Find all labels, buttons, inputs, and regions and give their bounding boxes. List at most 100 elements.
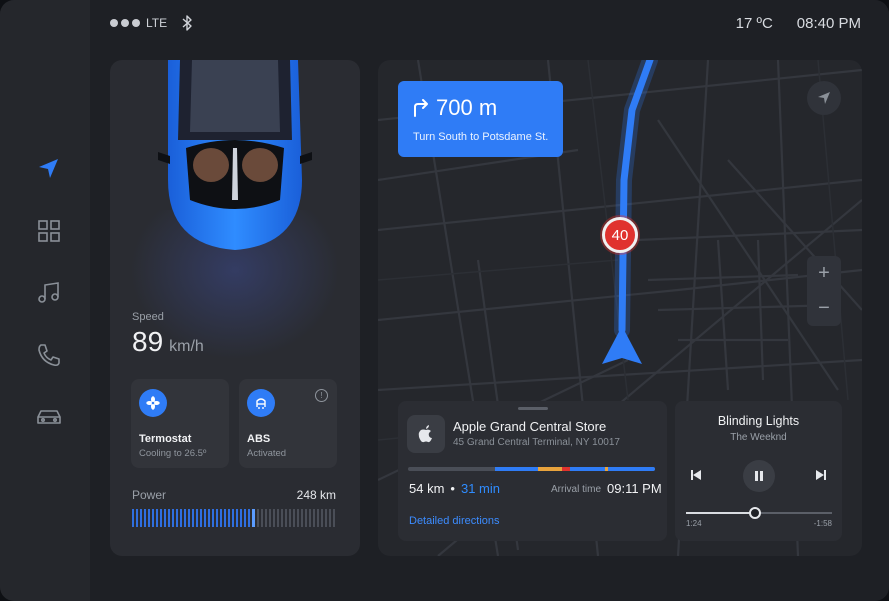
power-tick [164, 509, 166, 527]
speed-limit-sign: 40 [602, 217, 638, 253]
power-tick [257, 509, 259, 527]
power-tick [136, 509, 138, 527]
power-tick [273, 509, 275, 527]
power-tick [140, 509, 142, 527]
zoom-out-button[interactable]: − [807, 291, 841, 326]
power-tick [216, 509, 218, 527]
car-top-view-image [158, 60, 312, 250]
previous-track-icon[interactable] [690, 469, 702, 481]
power-tick [180, 509, 182, 527]
recenter-button[interactable] [807, 81, 841, 115]
song-artist: The Weeknd [730, 432, 787, 443]
power-tick [196, 509, 198, 527]
power-tick [252, 509, 255, 527]
vehicle-position-arrow-icon [602, 326, 642, 364]
phone-icon[interactable] [36, 342, 62, 368]
power-tick [297, 509, 299, 527]
drag-handle[interactable] [518, 407, 548, 410]
power-tick [156, 509, 158, 527]
power-tick [277, 509, 279, 527]
power-tick [248, 509, 250, 527]
trip-distance: 54 km [409, 481, 445, 496]
music-note-icon[interactable] [36, 280, 62, 306]
arrival-label: Arrival time [551, 484, 602, 495]
abs-tile[interactable]: ! ABS Activated [239, 379, 337, 468]
power-tick [200, 509, 202, 527]
detailed-directions-link[interactable]: Detailed directions [409, 515, 500, 527]
remaining-time: -1:58 [813, 519, 832, 528]
pause-icon [755, 471, 763, 481]
power-tick [240, 509, 242, 527]
power-tick [236, 509, 238, 527]
power-tick [293, 509, 295, 527]
turn-instruction: Turn South to Potsdame St. [413, 131, 549, 143]
thermostat-title: Termostat [139, 433, 192, 445]
speed-label: Speed [132, 311, 164, 323]
music-player: Blinding Lights The Weeknd 1:24 -1:58 [675, 401, 842, 541]
clock-label: 08:40 PM [796, 15, 861, 32]
pause-button[interactable] [743, 460, 775, 492]
power-tick [265, 509, 267, 527]
navigation-arrow-icon[interactable] [36, 156, 62, 182]
destination-card[interactable]: Apple Grand Central Store 45 Grand Centr… [398, 401, 667, 541]
temperature-label: 17 ºC [735, 15, 773, 32]
map-panel[interactable]: 700 m Turn South to Potsdame St. + − 40 … [378, 60, 862, 556]
power-tick [208, 509, 210, 527]
turn-distance: 700 m [436, 95, 498, 120]
network-label: LTE [146, 16, 168, 30]
power-tick [176, 509, 178, 527]
power-tick [212, 509, 214, 527]
thermostat-status: Cooling to 26.5º [139, 448, 207, 459]
signal-dots-icon [110, 19, 140, 27]
dashboard-frame: LTE 17 ºC 08:40 PM Speed 89 km/h Termost… [0, 0, 889, 601]
power-tick [317, 509, 319, 527]
elapsed-time: 1:24 [686, 519, 702, 528]
turn-right-icon [414, 99, 428, 117]
power-range: 248 km [296, 488, 336, 502]
info-icon[interactable]: ! [315, 389, 328, 402]
power-tick [192, 509, 194, 527]
zoom-in-button[interactable]: + [807, 256, 841, 291]
grid-icon[interactable] [36, 218, 62, 244]
trip-separator: • [450, 481, 455, 496]
seek-bar[interactable] [686, 507, 832, 519]
next-track-icon[interactable] [815, 469, 827, 481]
location-arrow-icon [818, 92, 830, 104]
power-tick [285, 509, 287, 527]
status-left: LTE [110, 15, 193, 31]
power-tick [204, 509, 206, 527]
seek-handle[interactable] [748, 507, 761, 519]
route-traffic-bar [408, 467, 655, 471]
power-label: Power [132, 488, 167, 502]
power-tick [132, 509, 134, 527]
power-tick [309, 509, 311, 527]
power-tick [148, 509, 150, 527]
power-tick [152, 509, 154, 527]
power-tick [244, 509, 246, 527]
power-tick [329, 509, 331, 527]
arrival-time: 09:11 PM [607, 481, 662, 496]
power-tick [305, 509, 307, 527]
abs-title: ABS [247, 433, 271, 445]
power-tick [289, 509, 291, 527]
power-level-bar [132, 509, 338, 527]
power-tick [321, 509, 323, 527]
power-tick [333, 509, 335, 527]
power-tick [224, 509, 226, 527]
power-tick [184, 509, 186, 527]
power-tick [160, 509, 162, 527]
destination-name: Apple Grand Central Store [453, 419, 607, 434]
power-tick [301, 509, 303, 527]
power-tick [313, 509, 315, 527]
power-tick [281, 509, 283, 527]
song-title: Blinding Lights [717, 414, 800, 428]
fan-icon [139, 389, 167, 417]
power-tick [261, 509, 263, 527]
abs-status: Activated [247, 448, 287, 459]
speed-value: 89 [132, 326, 164, 357]
thermostat-tile[interactable]: Termostat Cooling to 26.5º [131, 379, 229, 468]
power-tick [220, 509, 222, 527]
power-tick [188, 509, 190, 527]
destination-address: 45 Grand Central Terminal, NY 10017 [453, 437, 620, 448]
car-icon[interactable] [36, 404, 62, 430]
